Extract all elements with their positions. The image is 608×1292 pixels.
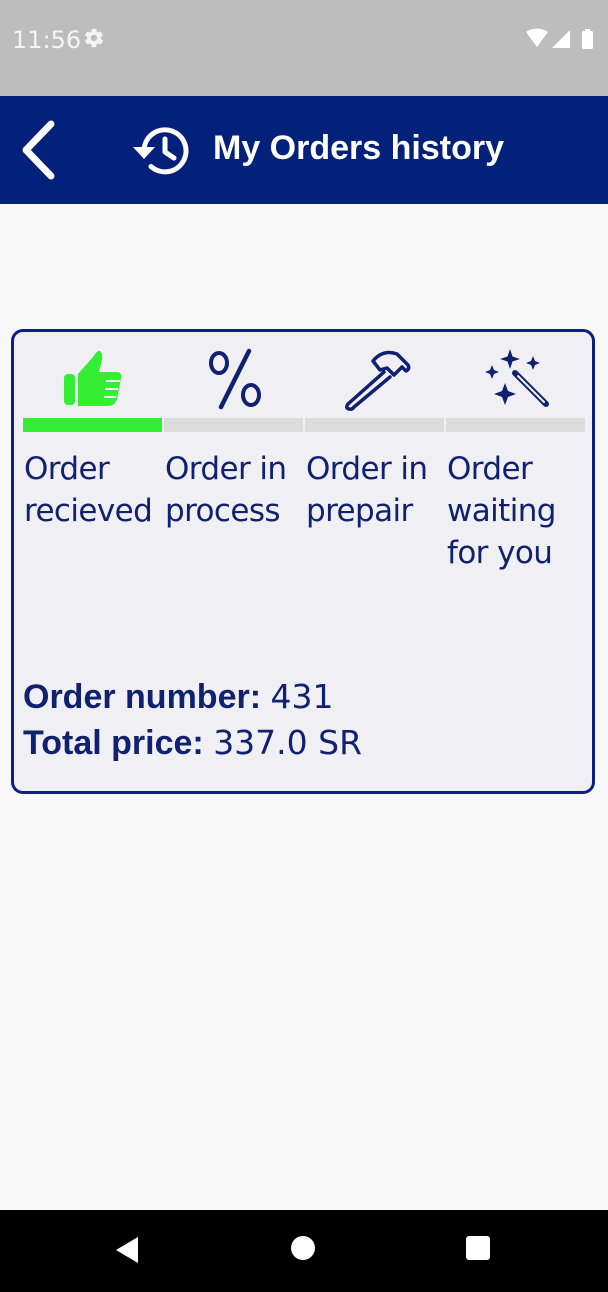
order-info: Order number: 431 Total price: 337.0 SR [23, 674, 362, 766]
history-icon [133, 127, 189, 175]
thumbs-up-icon [63, 350, 121, 406]
step-progress-bar [23, 418, 162, 432]
order-number-row: Order number: 431 [23, 674, 362, 720]
step-progress-bar [446, 418, 585, 432]
settings-icon [85, 28, 103, 48]
step-label: Order in process [165, 451, 287, 529]
home-circle-icon[interactable] [291, 1236, 315, 1260]
back-triangle-icon[interactable] [114, 1235, 140, 1265]
step-order-in-process: Order in process [164, 342, 305, 572]
total-price-value: 337.0 SR [213, 723, 363, 762]
step-order-received: Order recieved [23, 342, 164, 572]
order-number-value: 431 [270, 677, 334, 716]
magic-wand-icon [484, 349, 549, 407]
total-price-row: Total price: 337.0 SR [23, 720, 362, 766]
order-number-label: Order number: [23, 678, 262, 716]
page-title: My Orders history [213, 129, 504, 167]
step-order-waiting: Order waiting for you [446, 342, 587, 572]
step-progress-bar [305, 418, 444, 432]
order-card[interactable]: Order recieved Order in process Order in… [11, 329, 595, 794]
battery-icon [582, 31, 593, 49]
navigation-bar [0, 1210, 608, 1292]
step-label: Order waiting for you [447, 451, 556, 571]
chevron-left-icon [22, 120, 55, 180]
percent-icon [208, 348, 261, 410]
status-time: 11:56 [12, 26, 82, 54]
step-progress-bar [164, 418, 303, 432]
wifi-icon [526, 28, 548, 47]
status-bar: 11:56 [0, 0, 608, 96]
signal-icon [552, 30, 570, 48]
step-order-in-prepair: Order in prepair [305, 342, 446, 572]
app-bar: My Orders history [0, 96, 608, 204]
hammer-icon [344, 350, 410, 411]
step-label: Order in prepair [306, 451, 428, 529]
total-price-label: Total price: [23, 724, 204, 762]
recents-square-icon[interactable] [466, 1236, 490, 1260]
step-label: Order recieved [24, 451, 153, 529]
order-progress: Order recieved Order in process Order in… [23, 342, 587, 572]
status-indicators [526, 28, 593, 49]
back-button[interactable] [12, 118, 64, 182]
